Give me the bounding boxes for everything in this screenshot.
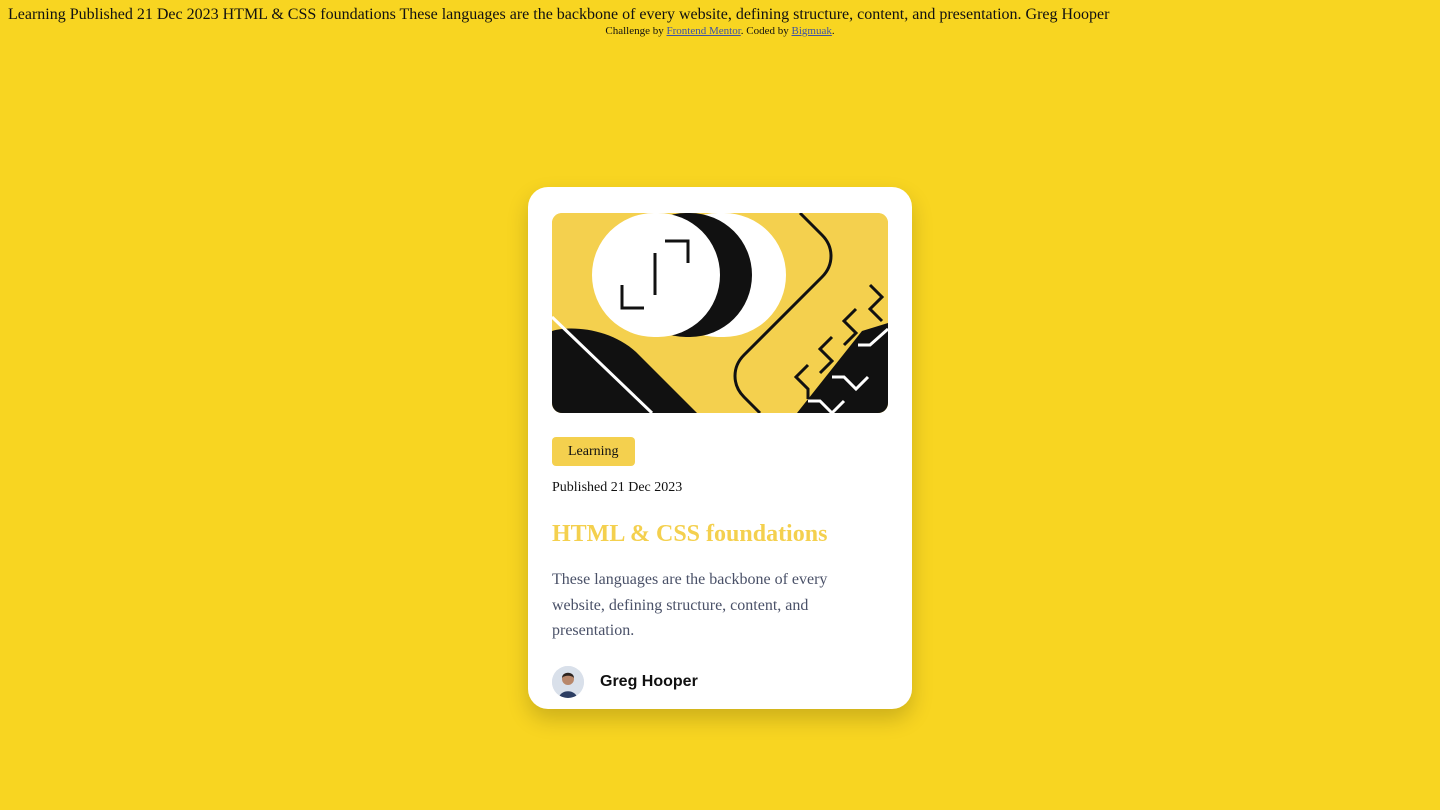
author-info: Greg Hooper <box>552 666 698 698</box>
category-tag: Learning <box>552 437 635 466</box>
card-title[interactable]: HTML & CSS foundations <box>552 517 827 551</box>
author-avatar <box>552 666 584 698</box>
author-name: Greg Hooper <box>600 673 698 690</box>
frontend-mentor-link[interactable]: Frontend Mentor <box>667 25 741 37</box>
html-css-illustration <box>552 213 888 413</box>
published-date: Published 21 Dec 2023 <box>552 480 683 495</box>
page-top-text: Learning Published 21 Dec 2023 HTML & CS… <box>8 6 1110 23</box>
blog-preview-card: Learning Published 21 Dec 2023 HTML & CS… <box>528 187 912 709</box>
attribution-prefix: Challenge by <box>605 25 667 37</box>
attribution-suffix: . <box>831 25 835 37</box>
attribution-middle: . Coded by <box>740 25 792 37</box>
author-profile-link[interactable]: Bigmuak <box>792 25 832 37</box>
card-description: These languages are the backbone of ever… <box>552 571 828 640</box>
attribution: Challenge by Frontend Mentor. Coded by B… <box>0 24 1440 38</box>
